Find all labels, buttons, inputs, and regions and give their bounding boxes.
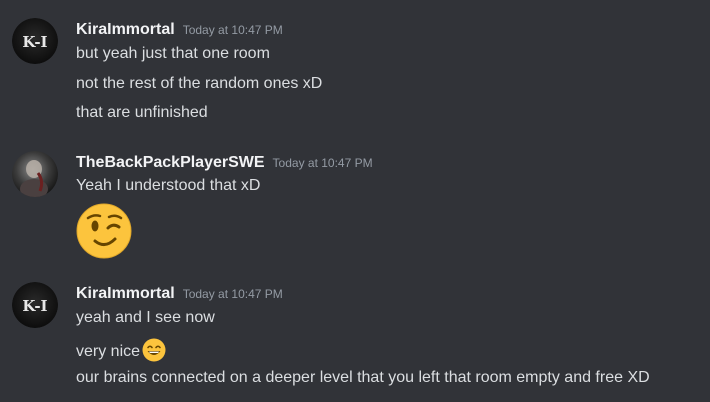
- message-text: but yeah just that one room: [76, 45, 270, 62]
- avatar-label: K-I: [22, 297, 47, 315]
- avatar-label: K-I: [22, 33, 47, 51]
- username[interactable]: KiraImmortal: [76, 21, 175, 39]
- winking-face-icon: [76, 203, 132, 259]
- timestamp[interactable]: Today at 10:47 PM: [183, 23, 283, 37]
- winking-face-emoji[interactable]: [76, 203, 132, 264]
- message-text: Yeah I understood that xD: [76, 177, 261, 194]
- avatar[interactable]: K-I: [12, 18, 58, 64]
- message-text: our brains connected on a deeper level t…: [76, 369, 650, 386]
- message-text: yeah and I see now: [76, 309, 215, 326]
- message-header: KiraImmortal Today at 10:47 PM: [76, 21, 283, 41]
- message-text: not the rest of the random ones xD: [76, 75, 323, 92]
- grinning-face-emoji[interactable]: [142, 338, 166, 368]
- avatar-image: K-I: [12, 282, 58, 328]
- message-line: very nice: [76, 338, 166, 368]
- avatar-image: K-I: [12, 18, 58, 64]
- avatar[interactable]: K-I: [12, 282, 58, 328]
- avatar-image: [12, 151, 58, 197]
- grinning-face-icon: [142, 338, 166, 362]
- message-text: that are unfinished: [76, 104, 208, 121]
- avatar[interactable]: [12, 151, 58, 197]
- username[interactable]: KiraImmortal: [76, 285, 175, 303]
- message-header: TheBackPackPlayerSWE Today at 10:47 PM: [76, 154, 373, 174]
- timestamp[interactable]: Today at 10:47 PM: [183, 287, 283, 301]
- timestamp[interactable]: Today at 10:47 PM: [273, 156, 373, 170]
- username[interactable]: TheBackPackPlayerSWE: [76, 154, 265, 172]
- message-header: KiraImmortal Today at 10:47 PM: [76, 285, 283, 305]
- message-text: very nice: [76, 343, 141, 360]
